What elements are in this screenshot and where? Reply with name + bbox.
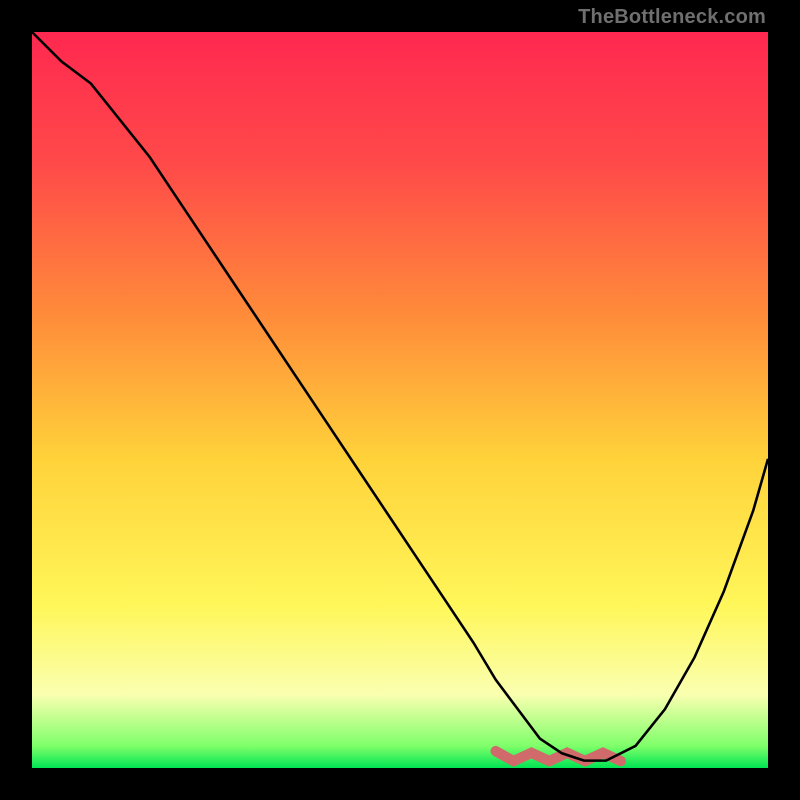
plot-area (32, 32, 768, 768)
bottleneck-curve (32, 32, 768, 761)
watermark-text: TheBottleneck.com (578, 6, 766, 29)
chart-stage: TheBottleneck.com (0, 0, 800, 800)
curve-layer (32, 32, 768, 768)
